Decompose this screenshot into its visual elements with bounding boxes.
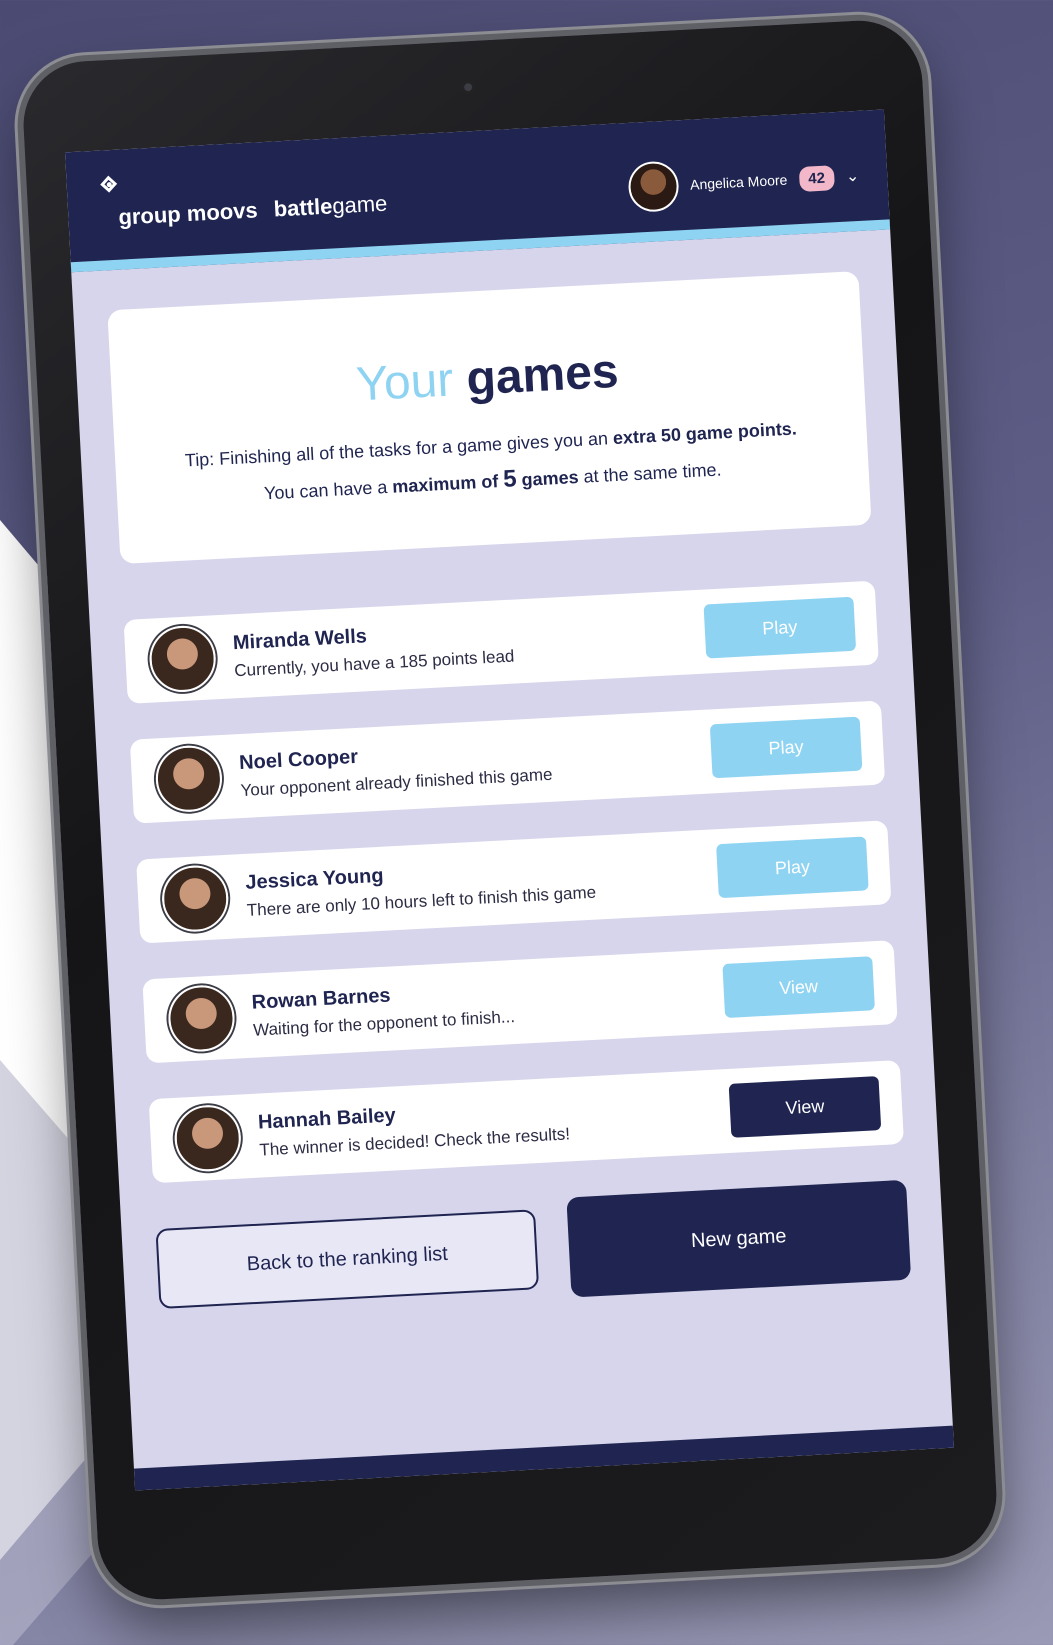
view-results-button[interactable]: View xyxy=(728,1076,882,1139)
play-button[interactable]: Play xyxy=(709,716,863,779)
page-title: Your games xyxy=(130,332,844,424)
max-prefix: You can have a xyxy=(263,476,388,504)
app-screen: group moovs battlegame Angelica Moore 42… xyxy=(64,109,954,1491)
tablet-device: group moovs battlegame Angelica Moore 42… xyxy=(20,17,1000,1603)
game-info: Miranda Wells Currently, you have a 185 … xyxy=(232,607,706,681)
user-menu[interactable]: Angelica Moore 42 ⌄ xyxy=(626,151,861,213)
game-row: Jessica Young There are only 10 hours le… xyxy=(136,820,892,944)
opponent-avatar xyxy=(147,624,218,694)
tip-prefix: Tip: Finishing all of the tasks for a ga… xyxy=(184,428,609,471)
tip-bold: extra 50 game points. xyxy=(612,418,798,449)
max-suffix: at the same time. xyxy=(583,459,722,487)
user-avatar xyxy=(626,160,680,213)
app-logo[interactable]: group moovs battlegame xyxy=(118,191,388,231)
game-row: Miranda Wells Currently, you have a 185 … xyxy=(123,580,879,705)
view-button[interactable]: View xyxy=(722,956,875,1019)
product-name-light: game xyxy=(331,190,388,219)
game-row: Rowan Barnes Waiting for the opponent to… xyxy=(142,940,898,1064)
main-content: Your games Tip: Finishing all of the tas… xyxy=(73,269,945,1321)
diamond-dot-icon xyxy=(100,175,119,195)
title-accent: Your xyxy=(354,353,455,412)
play-button[interactable]: Play xyxy=(703,597,857,659)
game-info: Hannah Bailey The winner is decided! Che… xyxy=(257,1087,731,1161)
intro-card: Your games Tip: Finishing all of the tas… xyxy=(107,271,872,565)
opponent-avatar xyxy=(166,984,237,1054)
user-name: Angelica Moore xyxy=(689,171,788,193)
game-info: Noel Cooper Your opponent already finish… xyxy=(239,727,713,801)
brand-name: group moovs xyxy=(117,197,259,230)
max-games: games xyxy=(521,466,580,490)
game-row: Noel Cooper Your opponent already finish… xyxy=(129,700,886,825)
opponent-avatar xyxy=(154,744,224,814)
title-main: games xyxy=(465,344,620,406)
game-info: Jessica Young There are only 10 hours le… xyxy=(245,847,719,921)
tip-text: Tip: Finishing all of the tasks for a ga… xyxy=(135,411,850,520)
play-button[interactable]: Play xyxy=(716,836,869,899)
max-bold: maximum of xyxy=(391,470,499,497)
back-to-ranking-button[interactable]: Back to the ranking list xyxy=(155,1209,540,1310)
points-badge: 42 xyxy=(798,164,835,192)
footer-actions: Back to the ranking list New game xyxy=(155,1180,912,1319)
opponent-avatar xyxy=(160,864,230,934)
product-name-bold: battle xyxy=(273,193,333,222)
max-number: 5 xyxy=(502,464,518,493)
game-info: Rowan Barnes Waiting for the opponent to… xyxy=(251,967,725,1041)
new-game-button[interactable]: New game xyxy=(566,1180,912,1298)
opponent-avatar xyxy=(173,1103,243,1174)
games-list: Miranda Wells Currently, you have a 185 … xyxy=(123,580,905,1184)
chevron-down-icon[interactable]: ⌄ xyxy=(845,166,859,187)
game-row: Hannah Bailey The winner is decided! Che… xyxy=(148,1060,905,1184)
